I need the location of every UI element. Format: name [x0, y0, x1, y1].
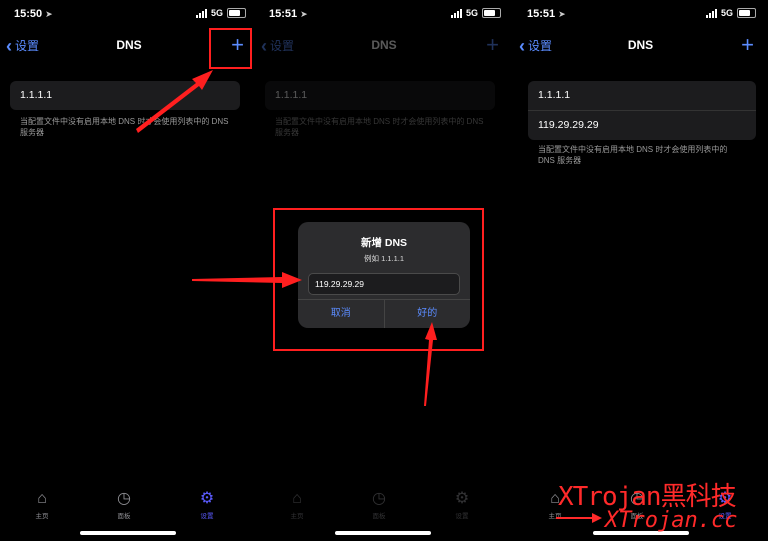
watermark-url: XTrojan.cc — [605, 508, 738, 533]
arrow-to-ok — [424, 322, 437, 406]
annotation-arrows — [136, 70, 437, 406]
arrow-to-plus — [136, 70, 213, 133]
arrow-to-input — [192, 272, 302, 288]
watermark-arrow-icon — [556, 513, 602, 523]
